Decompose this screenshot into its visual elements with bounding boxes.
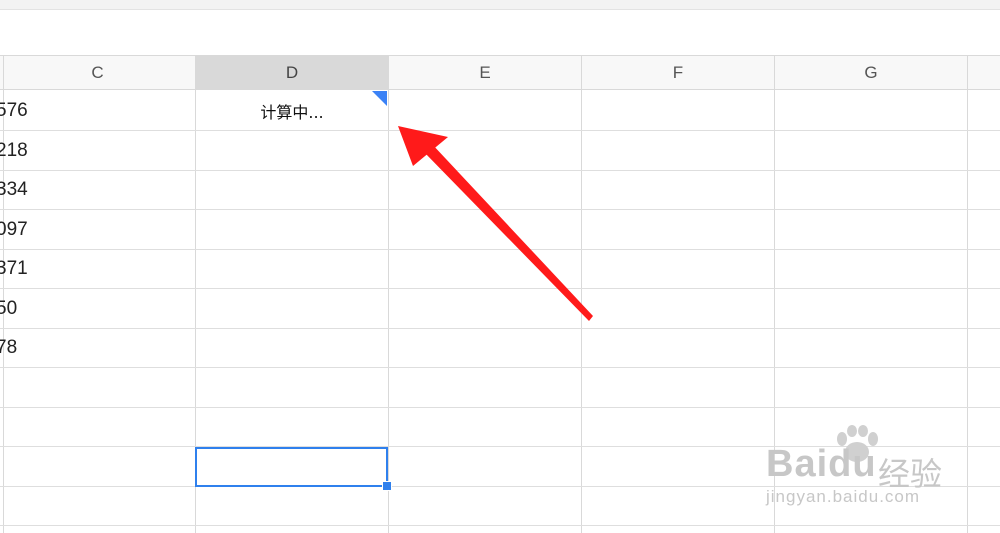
baidu-jingyan-watermark: Baidu 经验 jingyan.baidu.com (760, 425, 960, 515)
cell-c6[interactable]: 50 (0, 289, 188, 328)
grid-line (0, 367, 1000, 368)
column-header-c[interactable]: C (0, 55, 195, 90)
watermark-brand: Baidu (766, 443, 877, 485)
grid-line (388, 55, 389, 533)
cell-comment-flag (372, 91, 387, 106)
column-header-g-label: G (864, 62, 878, 82)
column-header-f-label: F (672, 62, 684, 82)
column-header-e-label: E (479, 62, 491, 82)
grid-line (0, 525, 1000, 526)
cell-c7[interactable]: 78 (0, 328, 188, 367)
fill-handle[interactable] (382, 481, 392, 491)
cell-c1[interactable]: 576 (0, 91, 188, 130)
column-header-h[interactable] (968, 55, 1000, 90)
column-header-f[interactable]: F (582, 55, 774, 90)
column-header-g[interactable]: G (775, 55, 967, 90)
selected-cell[interactable] (195, 447, 388, 487)
cell-c5[interactable]: 371 (0, 249, 188, 288)
column-header-d-label: D (285, 62, 299, 82)
column-header-c-label: C (91, 62, 104, 82)
grid-line (581, 55, 582, 533)
cell-d1[interactable]: 计算中... (196, 91, 388, 130)
grid-line (967, 55, 968, 533)
column-header-e[interactable]: E (389, 55, 581, 90)
cell-c4[interactable]: 097 (0, 210, 188, 249)
column-header-d[interactable]: D (196, 55, 388, 90)
cell-c2[interactable]: 218 (0, 131, 188, 170)
grid-line (0, 407, 1000, 408)
watermark-url: jingyan.baidu.com (766, 487, 921, 506)
cell-c3[interactable]: 334 (0, 170, 188, 209)
